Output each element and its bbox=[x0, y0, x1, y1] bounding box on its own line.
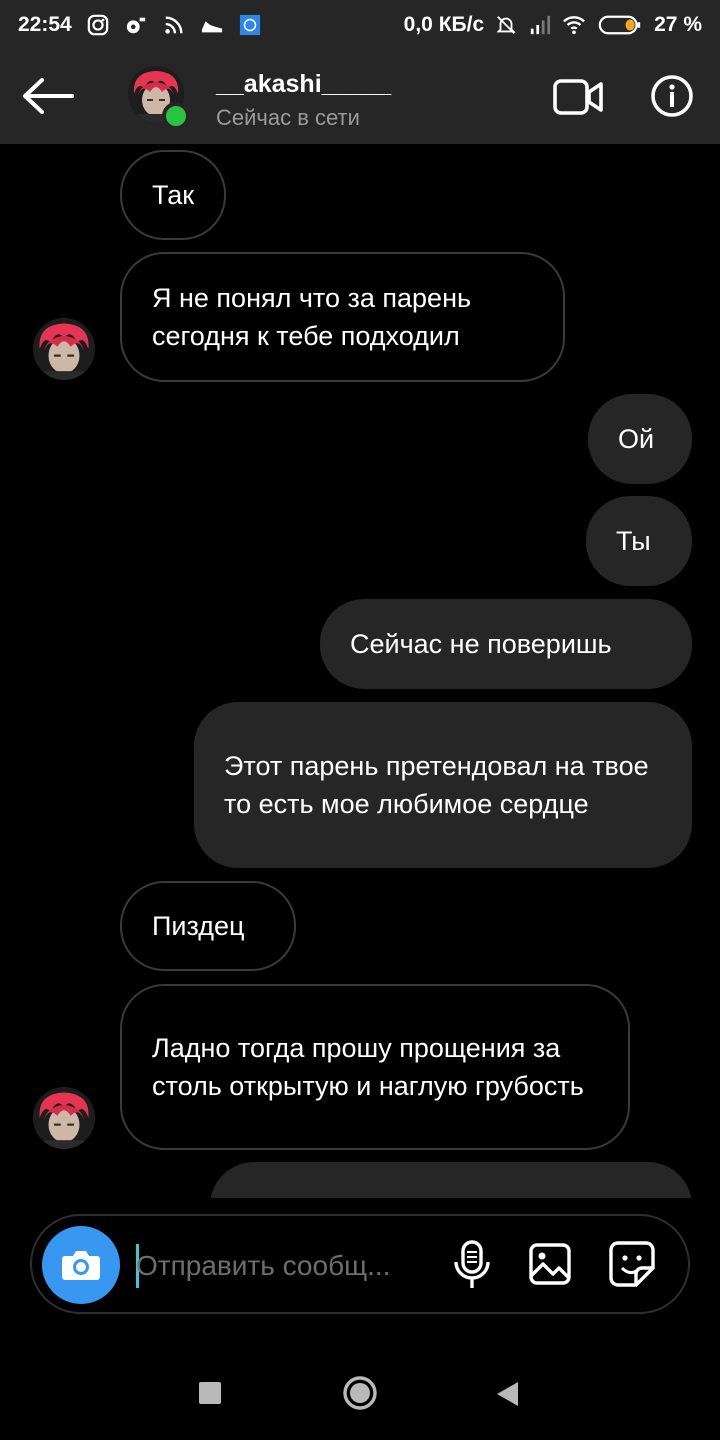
microphone-icon bbox=[454, 1240, 490, 1288]
info-icon bbox=[651, 75, 693, 117]
video-camera-icon bbox=[553, 79, 603, 115]
contact-username[interactable]: __akashi_____ bbox=[216, 70, 391, 99]
recents-button[interactable] bbox=[199, 1382, 221, 1404]
arrow-left-icon bbox=[23, 78, 74, 114]
signal-icon bbox=[528, 14, 552, 36]
battery-icon bbox=[596, 14, 644, 36]
message-outgoing[interactable]: Этот парень претендовал на твое то есть … bbox=[194, 702, 692, 868]
header-avatar[interactable] bbox=[128, 66, 190, 130]
rss-icon bbox=[162, 14, 186, 36]
mute-icon bbox=[494, 14, 518, 36]
message-text: Этот парень претендовал на твое то есть … bbox=[224, 751, 649, 819]
avatar[interactable] bbox=[33, 318, 95, 380]
message-text: Так bbox=[152, 180, 195, 210]
camera-icon bbox=[62, 1251, 100, 1280]
message-incoming[interactable]: Я не понял что за парень сегодня к тебе … bbox=[120, 252, 565, 382]
message-text: Я не понял что за парень сегодня к тебе … bbox=[152, 283, 472, 351]
back-button[interactable] bbox=[20, 74, 74, 118]
sticker-button[interactable] bbox=[608, 1240, 656, 1288]
message-text: Сейчас не поверишь bbox=[350, 629, 612, 659]
info-button[interactable] bbox=[650, 74, 694, 118]
home-circle-icon bbox=[343, 1376, 377, 1410]
system-back-button[interactable] bbox=[494, 1380, 520, 1408]
message-outgoing[interactable]: Ты bbox=[586, 496, 692, 586]
online-indicator bbox=[162, 102, 190, 130]
music-icon bbox=[124, 14, 148, 36]
sneaker-icon bbox=[200, 14, 224, 36]
camera-button[interactable] bbox=[42, 1226, 120, 1304]
system-nav-bar bbox=[0, 1340, 720, 1440]
network-speed: 0,0 КБ/с bbox=[403, 13, 485, 36]
message-incoming[interactable]: Пиздец bbox=[120, 881, 296, 971]
chat-header: __akashi_____ Сейчас в сети bbox=[0, 50, 720, 144]
message-composer bbox=[30, 1214, 690, 1314]
video-call-button[interactable] bbox=[552, 76, 604, 118]
message-outgoing[interactable]: Ой bbox=[588, 394, 692, 484]
message-text: Пиздец bbox=[152, 911, 245, 941]
image-icon bbox=[529, 1243, 571, 1285]
message-outgoing[interactable]: Сейчас не поверишь bbox=[320, 599, 692, 689]
gallery-button[interactable] bbox=[528, 1242, 572, 1286]
message-incoming[interactable]: Так bbox=[120, 150, 227, 240]
message-text: Ты bbox=[616, 526, 651, 556]
message-input[interactable] bbox=[136, 1246, 426, 1286]
message-incoming[interactable]: Ладно тогда прошу прощения за столь откр… bbox=[120, 984, 630, 1150]
voice-message-button[interactable] bbox=[452, 1240, 492, 1290]
instagram-icon bbox=[86, 14, 110, 36]
sticker-icon bbox=[609, 1241, 655, 1287]
status-time: 22:54 bbox=[18, 13, 72, 36]
message-text: Ладно тогда прошу прощения за столь откр… bbox=[152, 1033, 584, 1101]
contact-status: Сейчас в сети bbox=[216, 105, 360, 130]
avatar[interactable] bbox=[33, 1087, 95, 1149]
triangle-back-icon bbox=[497, 1382, 518, 1406]
app-icon bbox=[238, 14, 262, 36]
battery-percent: 27 % bbox=[654, 13, 702, 36]
message-list[interactable]: Так Я не понял что за парень сегодня к т… bbox=[0, 144, 720, 1198]
message-outgoing[interactable] bbox=[210, 1162, 692, 1198]
wifi-icon bbox=[562, 14, 586, 36]
home-button[interactable] bbox=[342, 1375, 378, 1411]
message-text: Ой bbox=[618, 424, 655, 454]
status-bar: 22:54 0,0 КБ/с 27 % bbox=[0, 0, 720, 50]
